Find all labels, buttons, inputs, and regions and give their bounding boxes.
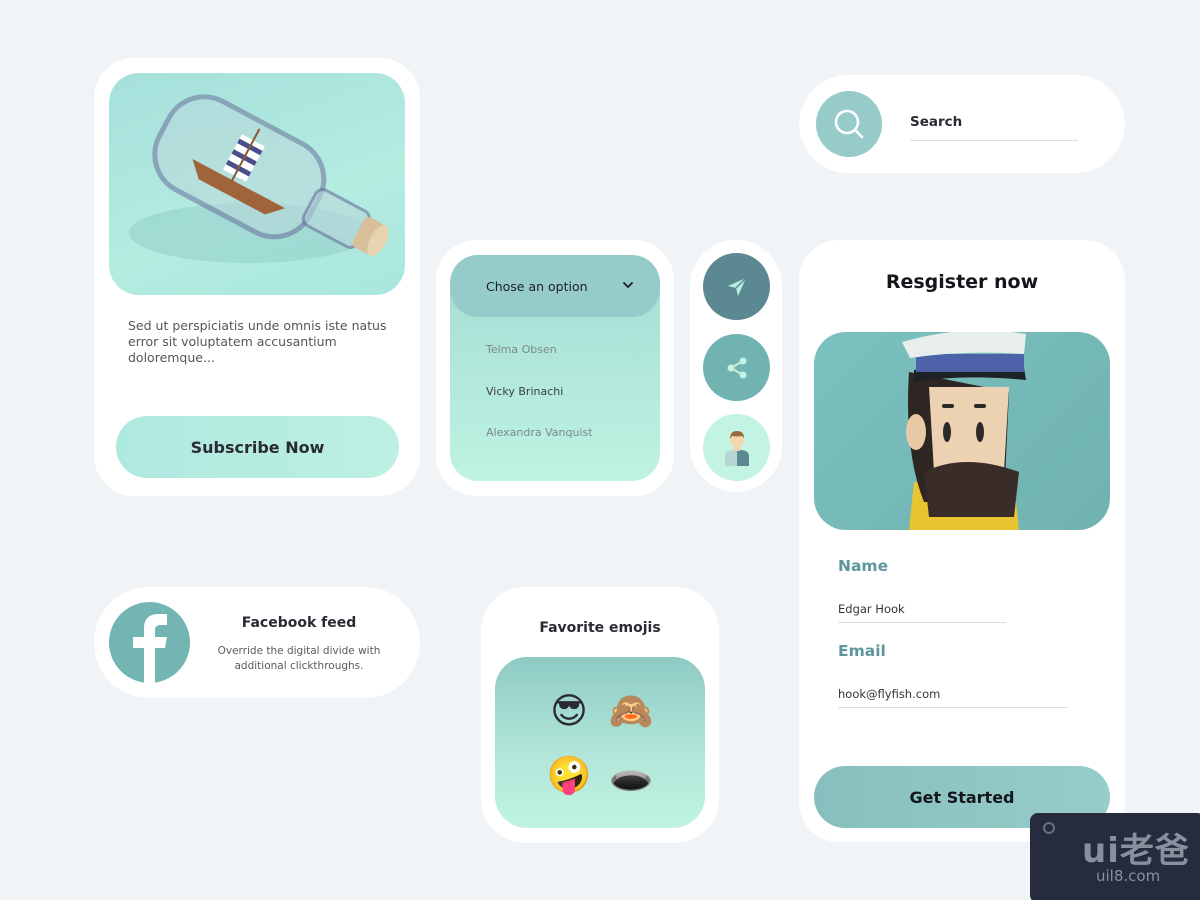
ship-in-bottle-image bbox=[109, 73, 405, 295]
dropdown-panel: Chose an option Telma Obsen Vicky Brinac… bbox=[450, 255, 660, 481]
search-input[interactable] bbox=[910, 103, 1078, 141]
search-icon bbox=[834, 109, 864, 139]
bottle-card: Sed ut perspiciatis unde omnis iste natu… bbox=[94, 58, 420, 496]
share-icon bbox=[727, 357, 746, 378]
facebook-title: Facebook feed bbox=[241, 615, 357, 631]
search-button[interactable] bbox=[816, 91, 882, 157]
dropdown-option-alexandra-vanquist[interactable]: Alexandra Vanquist bbox=[486, 426, 593, 439]
dropdown-select[interactable]: Chose an option bbox=[450, 255, 660, 317]
quick-actions-card bbox=[690, 240, 782, 492]
hole-emoji-icon[interactable]: 🕳️ bbox=[608, 753, 654, 799]
watermark-badge: ui老爸 uil8.com bbox=[1030, 813, 1200, 900]
profile-button[interactable] bbox=[703, 414, 770, 481]
register-card: Resgister now Name Email Get Started bbox=[799, 240, 1125, 842]
facebook-description: Override the digital divide with additio… bbox=[217, 645, 381, 672]
zany-face-emoji-icon[interactable]: 🤪 bbox=[546, 753, 592, 799]
dropdown-option-telma-obsen[interactable]: Telma Obsen bbox=[486, 343, 557, 356]
watermark-logo: ui老爸 bbox=[1082, 831, 1190, 871]
facebook-feed-card: Facebook feed Override the digital divid… bbox=[94, 587, 420, 698]
bottle-description: Sed ut perspiciatis unde omnis iste natu… bbox=[128, 318, 387, 365]
sunglasses-emoji-icon[interactable]: 😎 bbox=[546, 689, 592, 735]
captain-image bbox=[814, 332, 1110, 530]
favorite-emojis-card: Favorite emojis 😎 🙈 🤪 🕳️ bbox=[481, 587, 719, 843]
chevron-down-icon bbox=[623, 282, 633, 288]
facebook-icon bbox=[133, 614, 167, 683]
emoji-title: Favorite emojis bbox=[539, 620, 661, 636]
send-button[interactable] bbox=[703, 253, 770, 320]
dropdown-label: Chose an option bbox=[486, 278, 588, 294]
watermark-url: uil8.com bbox=[1096, 867, 1161, 885]
dropdown-card: Chose an option Telma Obsen Vicky Brinac… bbox=[436, 240, 674, 496]
email-label: Email bbox=[838, 642, 886, 660]
register-title: Resgister now bbox=[885, 271, 1039, 293]
emoji-panel: 😎 🙈 🤪 🕳️ bbox=[495, 657, 705, 828]
watermark-dot-icon bbox=[1043, 822, 1055, 834]
subscribe-button[interactable]: Subscribe Now bbox=[116, 416, 399, 478]
send-icon bbox=[727, 276, 747, 296]
email-input[interactable] bbox=[838, 680, 1068, 708]
name-input[interactable] bbox=[838, 595, 1006, 623]
dropdown-option-vicky-brinachi[interactable]: Vicky Brinachi bbox=[486, 385, 563, 398]
search-card bbox=[799, 75, 1125, 173]
facebook-button[interactable] bbox=[109, 602, 190, 683]
name-label: Name bbox=[838, 557, 889, 575]
see-no-evil-monkey-emoji-icon[interactable]: 🙈 bbox=[608, 689, 654, 735]
share-button[interactable] bbox=[703, 334, 770, 401]
user-profile-icon bbox=[724, 430, 749, 466]
